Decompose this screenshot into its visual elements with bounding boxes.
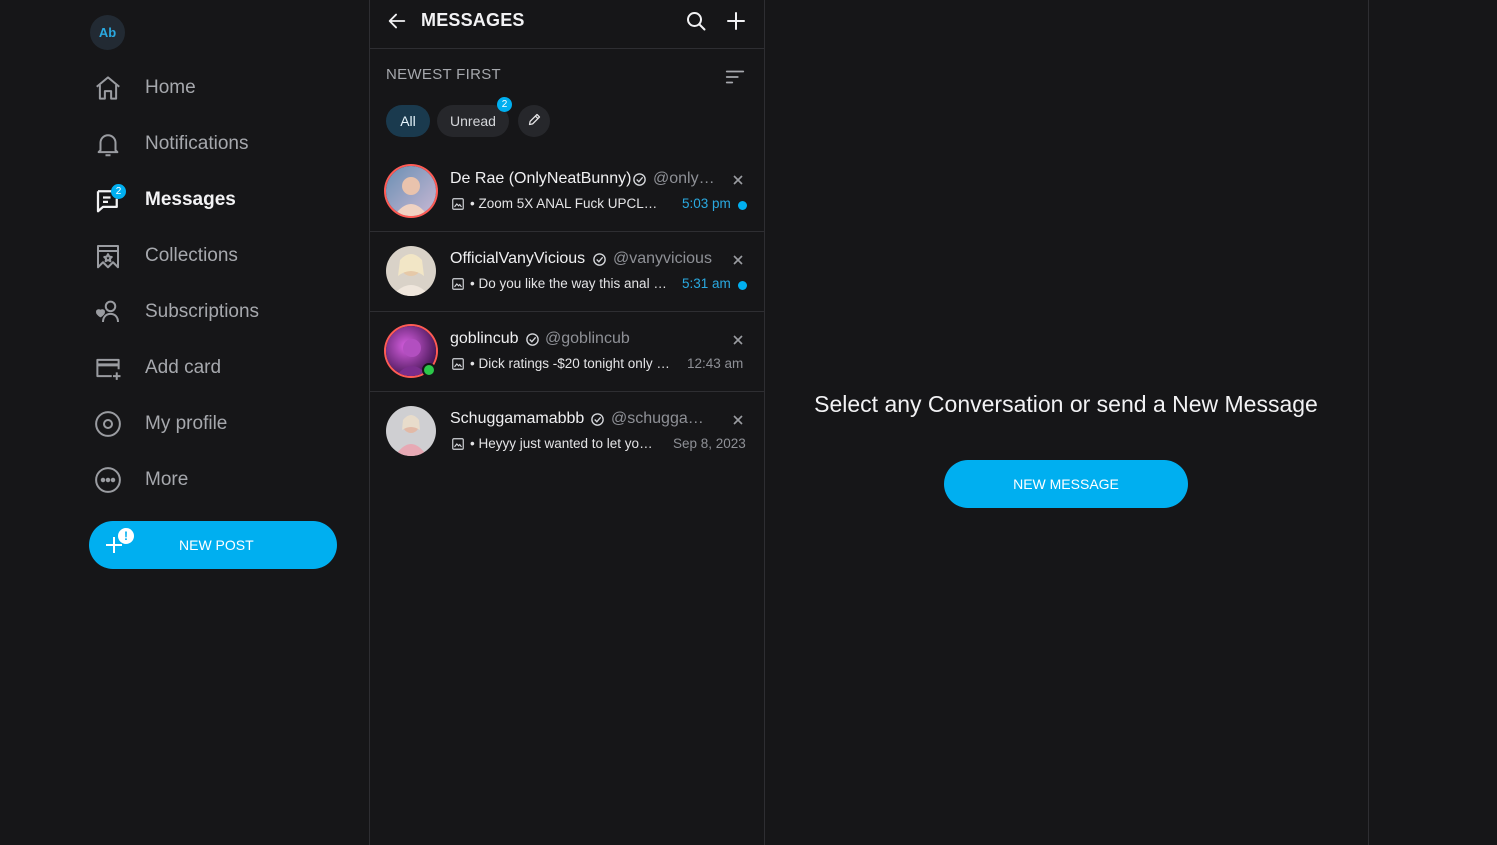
- more-circle-icon: [90, 462, 126, 498]
- search-icon[interactable]: [684, 9, 708, 33]
- conversation-item[interactable]: OfficialVanyVicious @vanyvicious • Do yo…: [370, 231, 764, 312]
- unread-badge: 2: [497, 97, 512, 112]
- filter-all[interactable]: All: [386, 105, 430, 137]
- nav-item-notifications[interactable]: Notifications: [90, 124, 340, 164]
- message-preview: • Zoom 5X ANAL Fuck UPCLOSE: [470, 196, 666, 211]
- new-post-button[interactable]: ! NEW POST: [89, 521, 337, 569]
- sort-row: NEWEST FIRST: [386, 66, 748, 88]
- contact-handle: @onlyneatbunny: [653, 170, 719, 187]
- image-icon: [451, 437, 465, 451]
- avatar[interactable]: [386, 246, 436, 296]
- bookmark-star-icon: [90, 238, 126, 274]
- user-circle-icon: [90, 406, 126, 442]
- avatar[interactable]: [386, 406, 436, 456]
- sort-label[interactable]: NEWEST FIRST: [386, 66, 501, 83]
- close-icon[interactable]: [732, 173, 744, 185]
- image-icon: [451, 277, 465, 291]
- nav-label-collections: Collections: [145, 245, 238, 266]
- contact-name: goblincub: [450, 330, 519, 347]
- message-preview: • Heyyy just wanted to let you know: [470, 436, 656, 451]
- nav-item-collections[interactable]: Collections: [90, 236, 340, 276]
- conversation-item[interactable]: goblincub @goblincub • Dick ratings -$20…: [370, 311, 764, 392]
- online-indicator: [422, 363, 436, 377]
- verified-icon: [592, 252, 607, 267]
- nav-label-home: Home: [145, 77, 196, 98]
- nav-label-add-card: Add card: [145, 357, 222, 378]
- sort-icon[interactable]: [724, 66, 746, 88]
- image-icon: [451, 357, 465, 371]
- nav-item-my-profile[interactable]: My profile: [90, 404, 340, 444]
- conversation-item[interactable]: Schuggamamabbb @schuggamamabbb • Heyyy j…: [370, 391, 764, 471]
- filter-unread[interactable]: Unread: [437, 105, 509, 137]
- bell-icon: [90, 126, 126, 162]
- contact-handle: @schuggamamabbb: [611, 410, 713, 427]
- unread-dot: [738, 201, 747, 210]
- unread-dot: [738, 281, 747, 290]
- message-time: 5:31 am: [682, 276, 731, 291]
- nav-label-subscriptions: Subscriptions: [145, 301, 260, 322]
- home-icon: [90, 70, 126, 106]
- verified-icon: [525, 332, 540, 347]
- edit-filters-button[interactable]: [518, 105, 550, 137]
- contact-name: OfficialVanyVicious: [450, 250, 586, 267]
- message-time: Sep 8, 2023: [673, 436, 746, 451]
- new-post-label: NEW POST: [179, 537, 254, 553]
- empty-state-title: Select any Conversation or send a New Me…: [814, 391, 1318, 417]
- message-preview: • Dick ratings -$20 tonight only 🍆: [470, 356, 672, 371]
- close-icon[interactable]: [732, 413, 744, 425]
- message-time: 12:43 am: [687, 356, 744, 371]
- nav-label-my-profile: My profile: [145, 413, 228, 434]
- messages-badge: 2: [111, 184, 126, 199]
- page-title: MESSAGES: [421, 10, 525, 30]
- divider: [1368, 0, 1369, 845]
- nav-item-subscriptions[interactable]: Subscriptions: [90, 292, 340, 332]
- nav-label-messages: Messages: [145, 189, 236, 210]
- nav-label-notifications: Notifications: [145, 133, 249, 154]
- nav-item-messages[interactable]: 2 Messages: [90, 180, 340, 220]
- alert-badge: !: [118, 528, 134, 544]
- image-icon: [451, 197, 465, 211]
- contact-handle: @vanyvicious: [613, 250, 712, 267]
- pencil-icon: [527, 112, 542, 130]
- conversation-item[interactable]: De Rae (OnlyNeatBunny) @onlyneatbunny • …: [370, 151, 764, 232]
- avatar[interactable]: Ab: [90, 15, 125, 50]
- close-icon[interactable]: [732, 333, 744, 345]
- nav-item-home[interactable]: Home: [90, 68, 340, 108]
- nav-item-more[interactable]: More: [90, 460, 340, 500]
- contact-handle: @goblincub: [545, 330, 630, 347]
- verified-icon: [590, 412, 605, 427]
- nav-label-more: More: [145, 469, 189, 490]
- message-preview: • Do you like the way this anal toy: [470, 276, 668, 291]
- add-icon[interactable]: [724, 9, 748, 33]
- user-heart-icon: [90, 294, 126, 330]
- message-time: 5:03 pm: [682, 196, 731, 211]
- messages-header: MESSAGES: [370, 0, 764, 49]
- divider: [764, 0, 765, 845]
- messages-panel: MESSAGES NEWEST FIRST All Unread 2 De Ra…: [370, 0, 764, 845]
- verified-icon: [632, 172, 647, 187]
- nav-item-add-card[interactable]: Add card: [90, 348, 340, 388]
- close-icon[interactable]: [732, 253, 744, 265]
- chat-icon: 2: [90, 182, 126, 218]
- back-arrow-icon[interactable]: [386, 10, 408, 32]
- credit-card-add-icon: [90, 350, 126, 386]
- contact-name: Schuggamamabbb: [450, 410, 585, 427]
- new-message-button[interactable]: NEW MESSAGE: [944, 460, 1188, 508]
- avatar[interactable]: [386, 166, 436, 216]
- contact-name: De Rae (OnlyNeatBunny): [450, 170, 632, 187]
- sidebar: Ab Home Notifications 2 Messages Collect…: [0, 0, 369, 845]
